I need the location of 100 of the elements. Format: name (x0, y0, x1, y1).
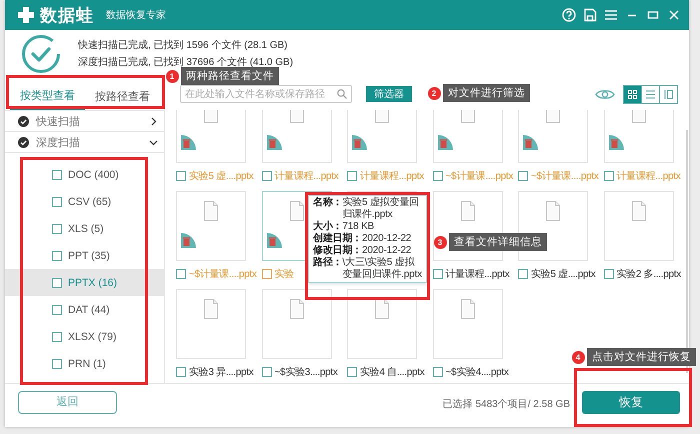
checkbox[interactable] (52, 332, 62, 342)
file-thumbnail[interactable] (604, 110, 674, 163)
annotation-label: 点击对文件进行恢复 (587, 348, 696, 366)
file-name: 计量课程...pptx (274, 170, 338, 183)
file-thumbnail[interactable] (176, 191, 246, 261)
filter-button[interactable]: 筛选器 (366, 86, 412, 102)
file-name: 实验5 虚....pptx (531, 268, 596, 281)
document-icon (374, 299, 390, 319)
search-icon[interactable] (337, 89, 347, 99)
tooltip-value: 2020-12-22 (362, 245, 412, 256)
checkbox[interactable] (52, 278, 62, 288)
tooltip-label: 名称： (313, 197, 342, 210)
checkbox[interactable] (518, 269, 528, 279)
app-logo: 数据蛙 (40, 4, 94, 26)
file-type-item[interactable]: DOC (400) (5, 161, 164, 188)
tooltip-label: 大小： (313, 221, 342, 232)
scan-result-text: 深度扫描已完成, 已找到 37696 个文件 (41.0 GB) (78, 56, 294, 70)
file-name: 实验4 自....pptx (360, 366, 424, 379)
checkbox[interactable] (432, 171, 442, 181)
checkbox[interactable] (176, 269, 186, 279)
file-name: 计量课程...pptx (446, 268, 510, 281)
file-name: 实验3 异....pptx (189, 366, 254, 379)
annotation-label: 查看文件详细信息 (449, 233, 547, 251)
document-icon (545, 201, 561, 221)
cross-logo-icon (17, 6, 35, 24)
document-icon (203, 201, 219, 221)
checkbox[interactable] (262, 367, 272, 377)
file-name: 计量课程...pptx (360, 170, 424, 183)
file-thumbnail[interactable] (604, 191, 674, 261)
checkbox[interactable] (347, 367, 357, 377)
file-thumbnail[interactable] (432, 289, 502, 359)
recover-button[interactable]: 恢复 (582, 391, 680, 414)
document-icon (460, 201, 476, 221)
checkbox[interactable] (52, 170, 62, 180)
annotation-label: 对文件进行筛选 (443, 84, 530, 102)
selection-summary: 已选择 5483个项目/ 2.58 GB (442, 398, 570, 411)
chevron-right-icon[interactable] (149, 116, 158, 126)
grid-view-icon (628, 90, 637, 98)
checkbox[interactable] (262, 171, 272, 181)
checkbox[interactable] (52, 250, 62, 260)
tooltip-label: 修改日期： (313, 245, 362, 256)
tooltip-value: 2020-12-22 (362, 233, 412, 245)
file-type-item[interactable]: DAT (44) (5, 296, 164, 323)
checkbox[interactable] (176, 367, 186, 377)
view-mode-button[interactable] (624, 86, 641, 102)
checkbox[interactable] (432, 367, 442, 377)
file-name: ~$计量课....pptx (446, 170, 514, 183)
document-icon (203, 299, 219, 319)
file-thumbnail[interactable] (176, 110, 246, 163)
close-icon[interactable] (667, 8, 681, 22)
checkbox[interactable] (262, 269, 272, 279)
file-name: 实验5 虚....pptx (189, 170, 254, 183)
save-icon[interactable] (583, 8, 597, 22)
success-check-icon (21, 34, 61, 74)
tooltip-value: 718 KB (342, 221, 376, 232)
list-view-icon (646, 90, 655, 98)
file-name: ~$实验3....pptx (274, 366, 338, 379)
chevron-down-icon[interactable] (149, 138, 158, 146)
checkbox[interactable] (52, 196, 62, 206)
scan-label: 快速扫描 (36, 114, 81, 128)
checkbox[interactable] (52, 304, 62, 314)
document-icon (288, 201, 304, 221)
file-type-item[interactable]: XLSX (79) (5, 323, 164, 350)
file-thumbnail[interactable] (347, 289, 417, 359)
file-thumbnail[interactable] (262, 110, 332, 163)
file-type-item[interactable]: PRN (1) (5, 350, 164, 377)
tooltip-label: 创建日期： (313, 233, 362, 244)
file-type-item[interactable]: PPT (35) (5, 242, 164, 269)
file-thumbnail[interactable] (347, 110, 417, 163)
file-name: ~$计量课....pptx (189, 268, 257, 281)
scan-label: 深度扫描 (36, 136, 81, 150)
file-type-item[interactable]: XLS (5) (5, 215, 164, 242)
file-name: ~$实验4....pptx (446, 366, 509, 379)
file-type-item[interactable]: CSV (65) (5, 188, 164, 215)
file-name: 计量课程...pptx (616, 170, 680, 183)
file-thumbnail[interactable] (262, 289, 332, 359)
columns-view-icon (664, 90, 673, 98)
document-icon (630, 201, 646, 221)
eye-icon[interactable] (595, 88, 615, 100)
checkbox[interactable] (604, 269, 614, 279)
view-tab[interactable]: 按类型查看 (10, 78, 85, 110)
checkbox[interactable] (347, 171, 357, 181)
checkbox[interactable] (432, 269, 442, 279)
checkbox[interactable] (518, 171, 528, 181)
scan-result-text: 快速扫描已完成, 已找到 1596 个文件 (28.1 GB) (78, 38, 288, 53)
check-circle-icon (18, 136, 29, 148)
file-name: ~$计量课....pptx (531, 170, 599, 183)
view-tab[interactable]: 按路径查看 (85, 78, 160, 110)
file-thumbnail[interactable] (176, 289, 246, 359)
checkbox[interactable] (52, 358, 62, 368)
file-name: 实验 (274, 268, 294, 281)
menu-icon[interactable] (604, 8, 618, 22)
document-icon (288, 299, 304, 319)
checkbox[interactable] (176, 171, 186, 181)
scrollbar[interactable] (686, 130, 688, 373)
checkbox[interactable] (52, 224, 62, 234)
tooltip-value: 实验5 虚拟变量回归课件.pptx (342, 197, 420, 221)
help-icon[interactable] (562, 8, 576, 22)
check-circle-icon (18, 116, 29, 126)
checkbox[interactable] (604, 171, 614, 181)
